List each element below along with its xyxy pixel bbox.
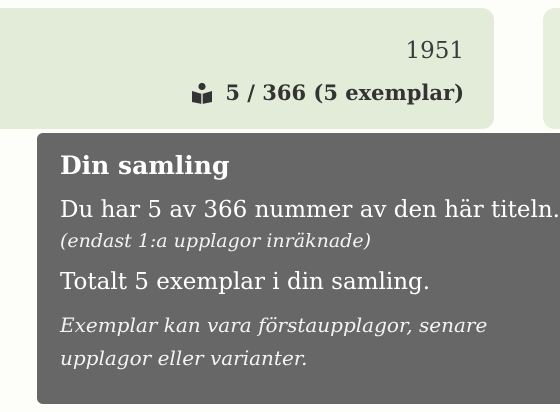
collection-count[interactable]: 5 / 366 (5 exemplar) bbox=[191, 80, 464, 105]
issue-year: 1951 bbox=[405, 38, 464, 64]
next-issue-card[interactable] bbox=[543, 8, 560, 129]
tooltip-footnote: Exemplar kan vara förstaupplagor, senare… bbox=[60, 313, 488, 370]
tooltip-owned-summary: Du har 5 av 366 nummer av den här titeln… bbox=[60, 197, 560, 223]
tooltip-total-copies: Totalt 5 exemplar i din samling. bbox=[60, 269, 431, 295]
collection-tooltip: Din samling Du har 5 av 366 nummer av de… bbox=[37, 133, 560, 404]
issue-card[interactable]: 1951 5 / 366 (5 exemplar) bbox=[0, 8, 494, 129]
tooltip-first-edition-note: (endast 1:a upplagor inräknade) bbox=[60, 230, 371, 252]
tooltip-title: Din samling bbox=[60, 151, 230, 180]
page: 1951 5 / 366 (5 exemplar) N Din samling … bbox=[0, 0, 560, 412]
reader-book-icon bbox=[191, 82, 213, 104]
collection-count-text: 5 / 366 (5 exemplar) bbox=[225, 80, 464, 105]
